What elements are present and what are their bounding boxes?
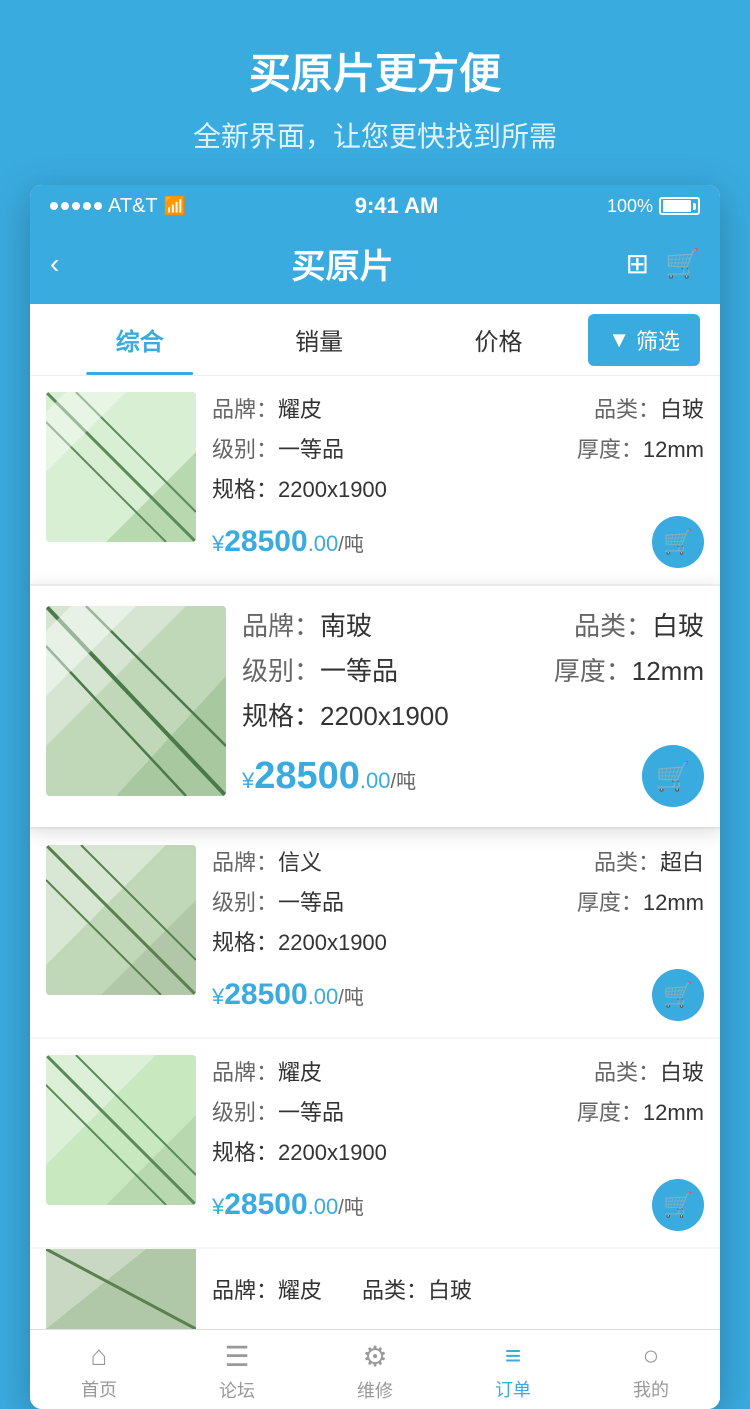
sort-bar: 综合 销量 价格 ▼ 筛选: [30, 304, 720, 376]
brand-field: 品牌：耀皮: [212, 392, 322, 424]
product-item-highlighted: 品牌：南玻 品类：白玻 级别：一等品 厚度：12mm 规格：2200x1900: [30, 586, 720, 827]
cart-icon[interactable]: 🛒: [665, 247, 700, 280]
price: ¥28500.00/吨: [212, 525, 364, 559]
add-to-cart-button[interactable]: 🛒: [652, 1179, 704, 1231]
product-image[interactable]: [46, 606, 226, 796]
partial-info: 品牌：耀皮 品类：白玻: [212, 1273, 472, 1305]
category-field: 品类：白玻: [594, 1055, 704, 1087]
calculator-icon[interactable]: ⊞: [626, 247, 649, 280]
brand-category-row: 品牌：南玻 品类：白玻: [242, 606, 704, 643]
price-row: ¥28500.00/吨 🛒: [212, 969, 704, 1021]
signal-bars: [50, 202, 102, 210]
battery-percent: 100%: [607, 196, 653, 217]
category-field: 品类：白玻: [574, 606, 704, 643]
status-time: 9:41 AM: [355, 193, 439, 219]
grade-field: 级别：一等品: [212, 1095, 344, 1127]
brand-field: 品牌：信义: [212, 845, 322, 877]
grade-field: 级别：一等品: [212, 432, 344, 464]
thickness-field: 厚度：12mm: [577, 1095, 704, 1127]
brand-category-row: 品牌：信义 品类：超白: [212, 845, 704, 877]
grade-thickness-row: 级别：一等品 厚度：12mm: [212, 432, 704, 464]
price: ¥28500.00/吨: [212, 978, 364, 1012]
price-row: ¥28500.00/吨 🛒: [212, 1179, 704, 1231]
product-image[interactable]: [46, 845, 196, 995]
mine-icon: ○: [643, 1340, 660, 1372]
partial-product-image: [46, 1249, 196, 1329]
grade-thickness-row: 级别：一等品 厚度：12mm: [212, 885, 704, 917]
status-left: AT&T 📶: [50, 195, 186, 218]
promo-title: 买原片更方便: [20, 40, 730, 101]
nav-bar: ‹ 买原片 ⊞ 🛒: [30, 227, 720, 304]
add-to-cart-button[interactable]: 🛒: [652, 969, 704, 1021]
brand-field: 品牌：耀皮: [212, 1055, 322, 1087]
product-item: 品牌：信义 品类：超白 级别：一等品 厚度：12mm 规格：2200x1900: [30, 829, 720, 1037]
partial-brand: 品牌：耀皮: [212, 1273, 322, 1305]
category-field: 品类：白玻: [594, 392, 704, 424]
nav-title: 买原片: [291, 239, 393, 288]
grade-field: 级别：一等品: [212, 885, 344, 917]
promo-subtitle: 全新界面，让您更快找到所需: [20, 115, 730, 155]
product-item: 品牌：耀皮 品类：白玻 级别：一等品 厚度：12mm 规格：2200x1900: [30, 376, 720, 584]
brand-category-row: 品牌：耀皮 品类：白玻: [212, 1055, 704, 1087]
product-list: 品牌：耀皮 品类：白玻 级别：一等品 厚度：12mm 规格：2200x1900: [30, 376, 720, 1329]
order-icon: ≡: [505, 1340, 521, 1372]
tab-order[interactable]: ≡ 订单: [444, 1340, 582, 1403]
product-info: 品牌：南玻 品类：白玻 级别：一等品 厚度：12mm 规格：2200x1900: [242, 606, 704, 807]
tab-forum[interactable]: ☰ 论坛: [168, 1340, 306, 1403]
brand-field: 品牌：南玻: [242, 606, 372, 643]
spec-row: 规格：2200x1900: [242, 696, 704, 733]
tab-bar: ⌂ 首页 ☰ 论坛 ⚙ 维修 ≡ 订单 ○ 我的: [30, 1329, 720, 1409]
tab-home[interactable]: ⌂ 首页: [30, 1340, 168, 1403]
back-button[interactable]: ‹: [50, 248, 59, 280]
spec-row: 规格：2200x1900: [212, 925, 704, 957]
tab-repair[interactable]: ⚙ 维修: [306, 1340, 444, 1403]
filter-button[interactable]: ▼ 筛选: [588, 314, 700, 366]
battery-icon: [659, 197, 700, 215]
product-image[interactable]: [46, 1055, 196, 1205]
product-info: 品牌：耀皮 品类：白玻 级别：一等品 厚度：12mm 规格：2200x1900: [212, 392, 704, 568]
phone-frame: AT&T 📶 9:41 AM 100% ‹ 买原片 ⊞ 🛒 综合 销量 价格: [30, 185, 720, 1409]
product-info: 品牌：耀皮 品类：白玻 级别：一等品 厚度：12mm 规格：2200x1900: [212, 1055, 704, 1231]
sort-price[interactable]: 价格: [409, 304, 588, 375]
status-bar: AT&T 📶 9:41 AM 100%: [30, 185, 720, 227]
spec-row: 规格：2200x1900: [212, 472, 704, 504]
sort-sales[interactable]: 销量: [229, 304, 408, 375]
product-item-partial: 品牌：耀皮 品类：白玻: [30, 1249, 720, 1329]
price: ¥28500.00/吨: [242, 755, 416, 798]
tab-mine[interactable]: ○ 我的: [582, 1340, 720, 1403]
add-to-cart-button[interactable]: 🛒: [642, 745, 704, 807]
product-item: 品牌：耀皮 品类：白玻 级别：一等品 厚度：12mm 规格：2200x1900: [30, 1039, 720, 1247]
status-right: 100%: [607, 196, 700, 217]
thickness-field: 厚度：12mm: [577, 432, 704, 464]
home-icon: ⌂: [91, 1340, 108, 1372]
carrier-name: AT&T: [108, 195, 158, 218]
wifi-icon: 📶: [164, 196, 186, 217]
sort-comprehensive[interactable]: 综合: [50, 304, 229, 375]
spec-row: 规格：2200x1900: [212, 1135, 704, 1167]
product-info: 品牌：信义 品类：超白 级别：一等品 厚度：12mm 规格：2200x1900: [212, 845, 704, 1021]
promo-section: 买原片更方便 全新界面，让您更快找到所需: [0, 0, 750, 185]
price: ¥28500.00/吨: [212, 1188, 364, 1222]
repair-icon: ⚙: [362, 1340, 387, 1373]
grade-thickness-row: 级别：一等品 厚度：12mm: [212, 1095, 704, 1127]
grade-thickness-row: 级别：一等品 厚度：12mm: [242, 651, 704, 688]
partial-category: 品类：白玻: [362, 1273, 472, 1305]
category-field: 品类：超白: [594, 845, 704, 877]
product-image[interactable]: [46, 392, 196, 542]
thickness-field: 厚度：12mm: [577, 885, 704, 917]
add-to-cart-button[interactable]: 🛒: [652, 516, 704, 568]
nav-icons: ⊞ 🛒: [626, 247, 700, 280]
filter-icon: ▼: [608, 327, 630, 353]
thickness-field: 厚度：12mm: [554, 651, 704, 688]
forum-icon: ☰: [224, 1340, 249, 1373]
brand-category-row: 品牌：耀皮 品类：白玻: [212, 392, 704, 424]
grade-field: 级别：一等品: [242, 651, 398, 688]
price-row: ¥28500.00/吨 🛒: [212, 516, 704, 568]
price-row: ¥28500.00/吨 🛒: [242, 745, 704, 807]
